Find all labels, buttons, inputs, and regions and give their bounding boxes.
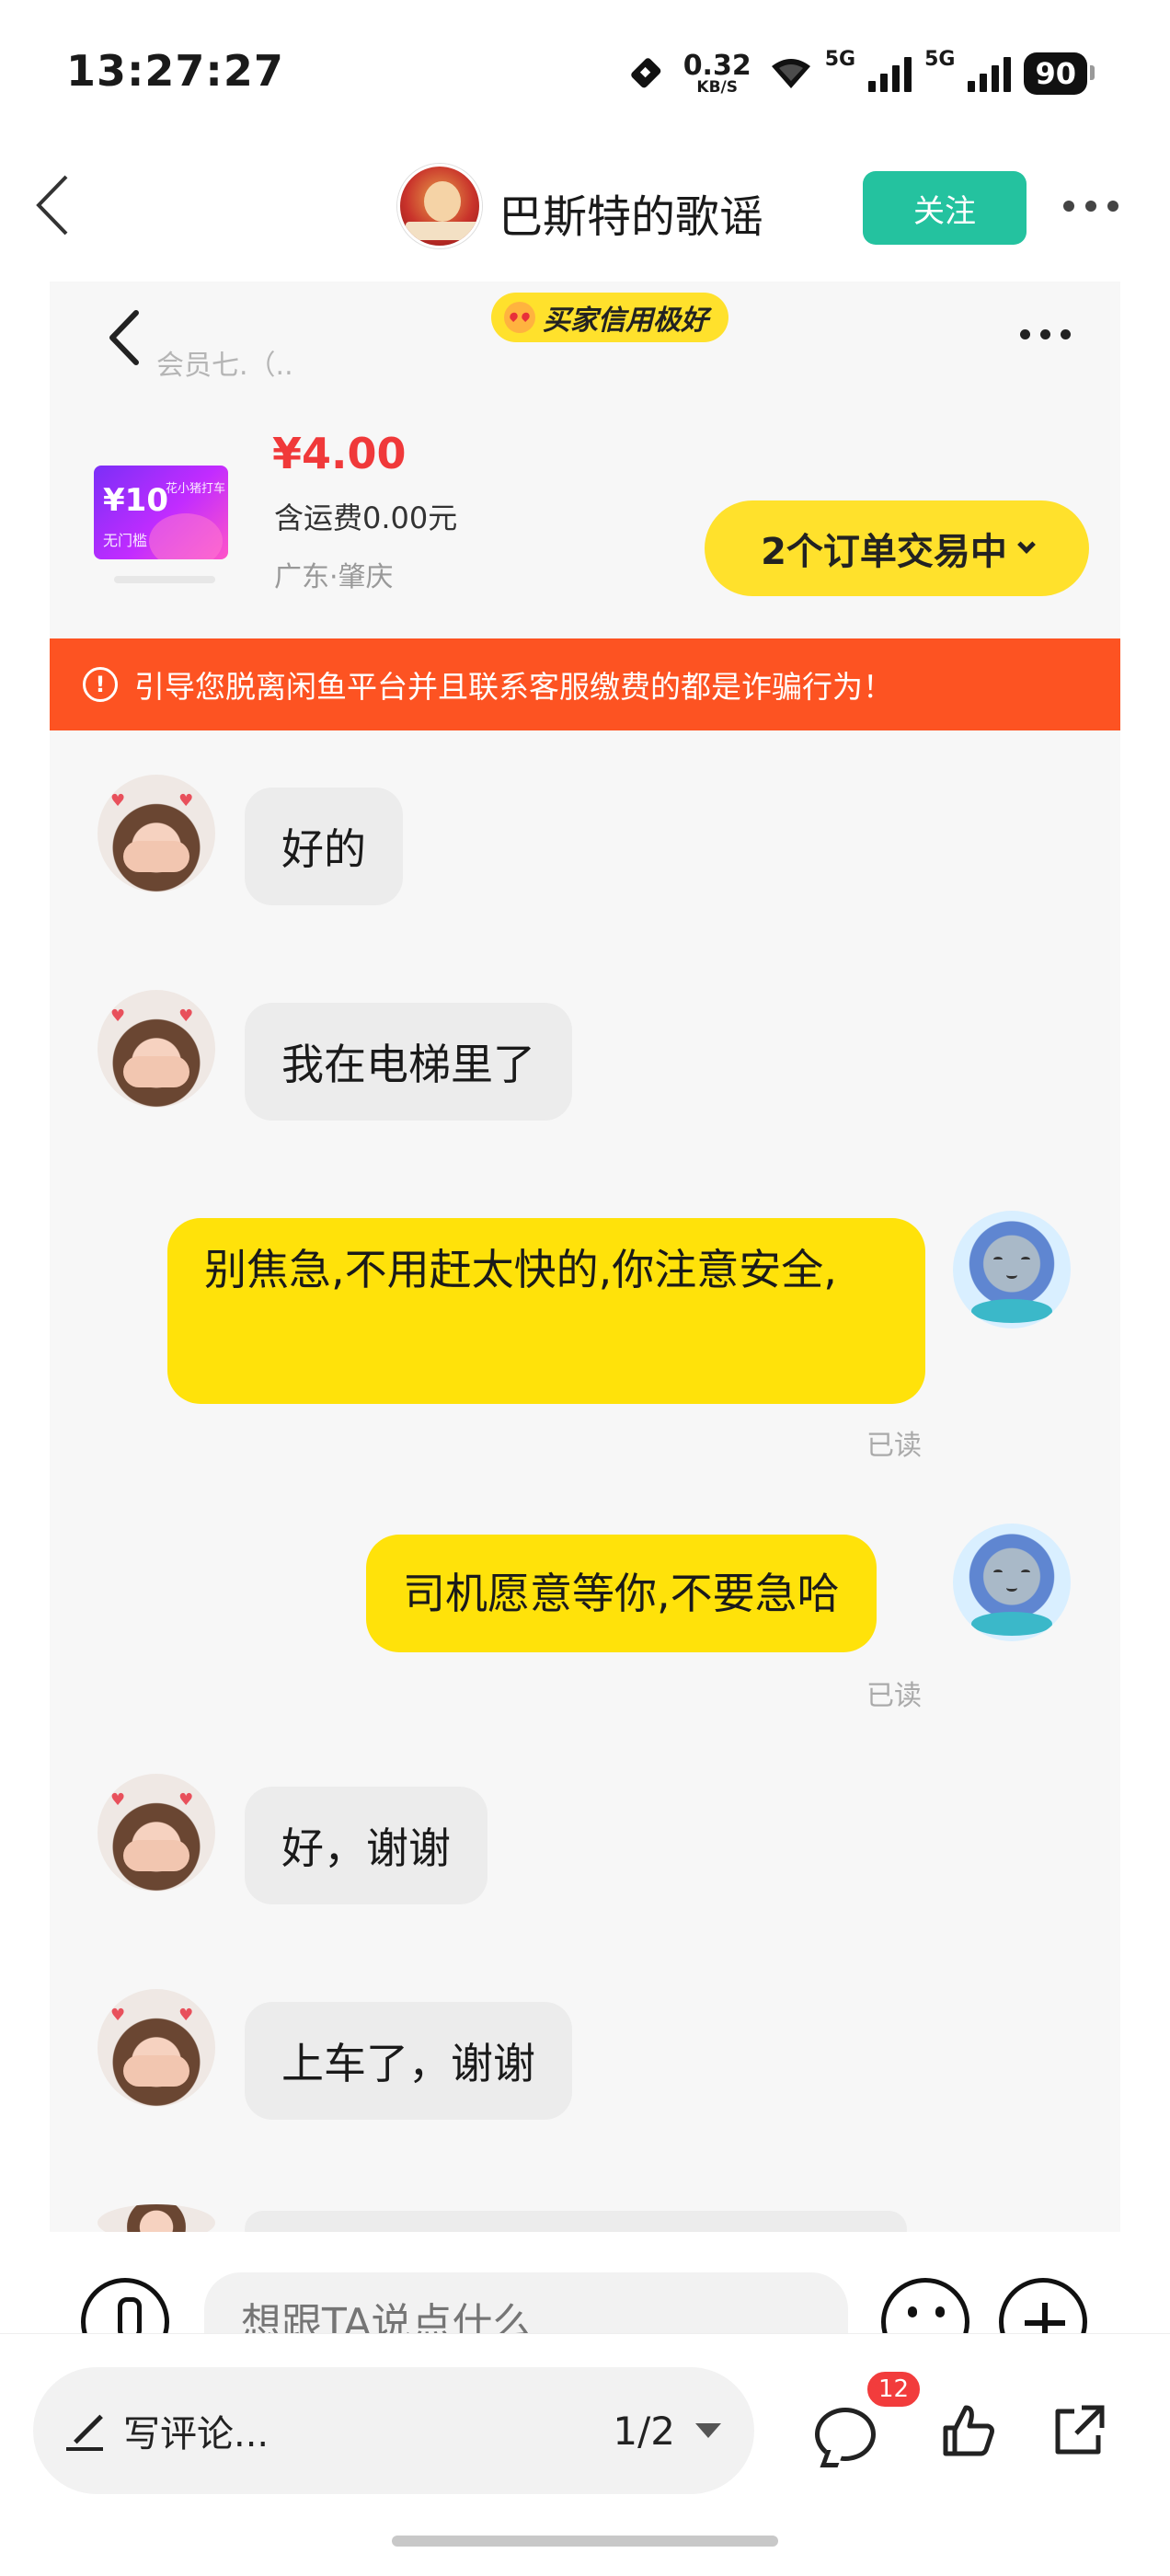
buyer-avatar: ♥♥	[98, 1774, 215, 1892]
product-shadow	[114, 576, 215, 583]
chevron-down-icon	[1017, 535, 1036, 554]
heart-eyes-icon	[504, 302, 535, 333]
chat-input-row	[0, 2232, 1170, 2333]
member-text: 会员七.（..	[156, 350, 293, 382]
message-in: 我在电梯里了	[245, 1003, 572, 1121]
write-comment-field[interactable]: 写评论... 1/2	[33, 2367, 754, 2494]
message-out: 司机愿意等你,不要急哈	[366, 1535, 877, 1652]
author-name[interactable]: 巴斯特的歌谣	[499, 180, 763, 245]
product-image-tag: 无门槛	[103, 532, 148, 549]
nfc-icon	[630, 58, 661, 88]
message-input	[204, 2272, 848, 2333]
seller-avatar	[953, 1211, 1071, 1328]
credit-badge: 买家信用极好	[491, 293, 728, 342]
message-in	[245, 2211, 907, 2232]
read-status: 已读	[866, 1430, 922, 1462]
signal-1-label: 5G	[824, 48, 856, 71]
status-time: 13:27:27	[66, 46, 284, 96]
more-icon[interactable]	[1063, 201, 1118, 212]
orders-label: 2个订单交易中	[761, 531, 1007, 573]
signal-2-bars	[968, 55, 1012, 92]
product-shipping: 含运费0.00元	[274, 500, 458, 535]
write-comment-label: 写评论...	[123, 2413, 270, 2455]
buyer-avatar: ♥♥	[98, 990, 215, 1108]
share-icon[interactable]	[1050, 2402, 1107, 2459]
buyer-avatar: ♥♥	[98, 1989, 215, 2107]
emoji-icon	[881, 2278, 969, 2333]
comment-count-badge: 12	[865, 2369, 923, 2409]
mic-icon	[81, 2278, 169, 2333]
plus-icon	[999, 2278, 1087, 2333]
product-location: 广东·肇庆	[274, 561, 394, 593]
home-indicator	[392, 2536, 778, 2547]
comment-icon[interactable]	[815, 2408, 876, 2461]
like-icon[interactable]	[940, 2402, 997, 2459]
buyer-avatar	[98, 2204, 215, 2232]
seller-avatar	[953, 1524, 1071, 1641]
back-arrow-icon[interactable]	[31, 173, 74, 237]
message-in: 好的	[245, 788, 403, 905]
fraud-warning-bar: ! 引导您脱离闲鱼平台并且联系客服缴费的都是诈骗行为！	[50, 638, 1120, 730]
caret-down-icon[interactable]	[695, 2423, 721, 2438]
orders-pill: 2个订单交易中	[705, 500, 1089, 596]
net-speed-unit: KB/S	[696, 77, 738, 97]
read-status: 已读	[866, 1680, 922, 1712]
chat-screenshot[interactable]: 买家信用极好 会员七.（.. ¥10 花小猪打车 无门槛 ¥4.00 含运费0.…	[50, 282, 1120, 2232]
credit-badge-label: 买家信用极好	[543, 305, 708, 337]
product-image-brand: 花小猪打车	[166, 482, 226, 496]
signal-2-label: 5G	[924, 48, 956, 71]
chat-back-icon	[109, 310, 139, 365]
warning-icon: !	[83, 667, 118, 702]
follow-button[interactable]: 关注	[863, 171, 1027, 245]
pen-icon	[66, 2410, 107, 2451]
status-icons: 0.32 KB/S 5G 5G 90	[628, 46, 1095, 101]
fraud-warning-text: 引导您脱离闲鱼平台并且联系客服缴费的都是诈骗行为！	[134, 669, 893, 705]
product-price: ¥4.00	[272, 429, 407, 478]
buyer-avatar: ♥♥	[98, 775, 215, 892]
product-image: ¥10 花小猪打车 无门槛	[94, 466, 228, 559]
product-image-amount: ¥10	[103, 482, 168, 519]
signal-1-bars	[868, 55, 912, 92]
message-in: 上车了，谢谢	[245, 2002, 572, 2120]
message-out: 别焦急,不用赶太快的,你注意安全,	[167, 1218, 925, 1404]
net-speed-value: 0.32	[682, 49, 751, 82]
page-indicator[interactable]: 1/2	[613, 2409, 675, 2454]
battery-indicator: 90	[1024, 52, 1095, 95]
chat-more-icon	[1020, 329, 1071, 339]
net-speed: 0.32 KB/S	[683, 52, 751, 96]
wifi-icon	[771, 59, 810, 88]
author-avatar[interactable]	[397, 164, 482, 248]
message-in: 好，谢谢	[245, 1787, 488, 1904]
